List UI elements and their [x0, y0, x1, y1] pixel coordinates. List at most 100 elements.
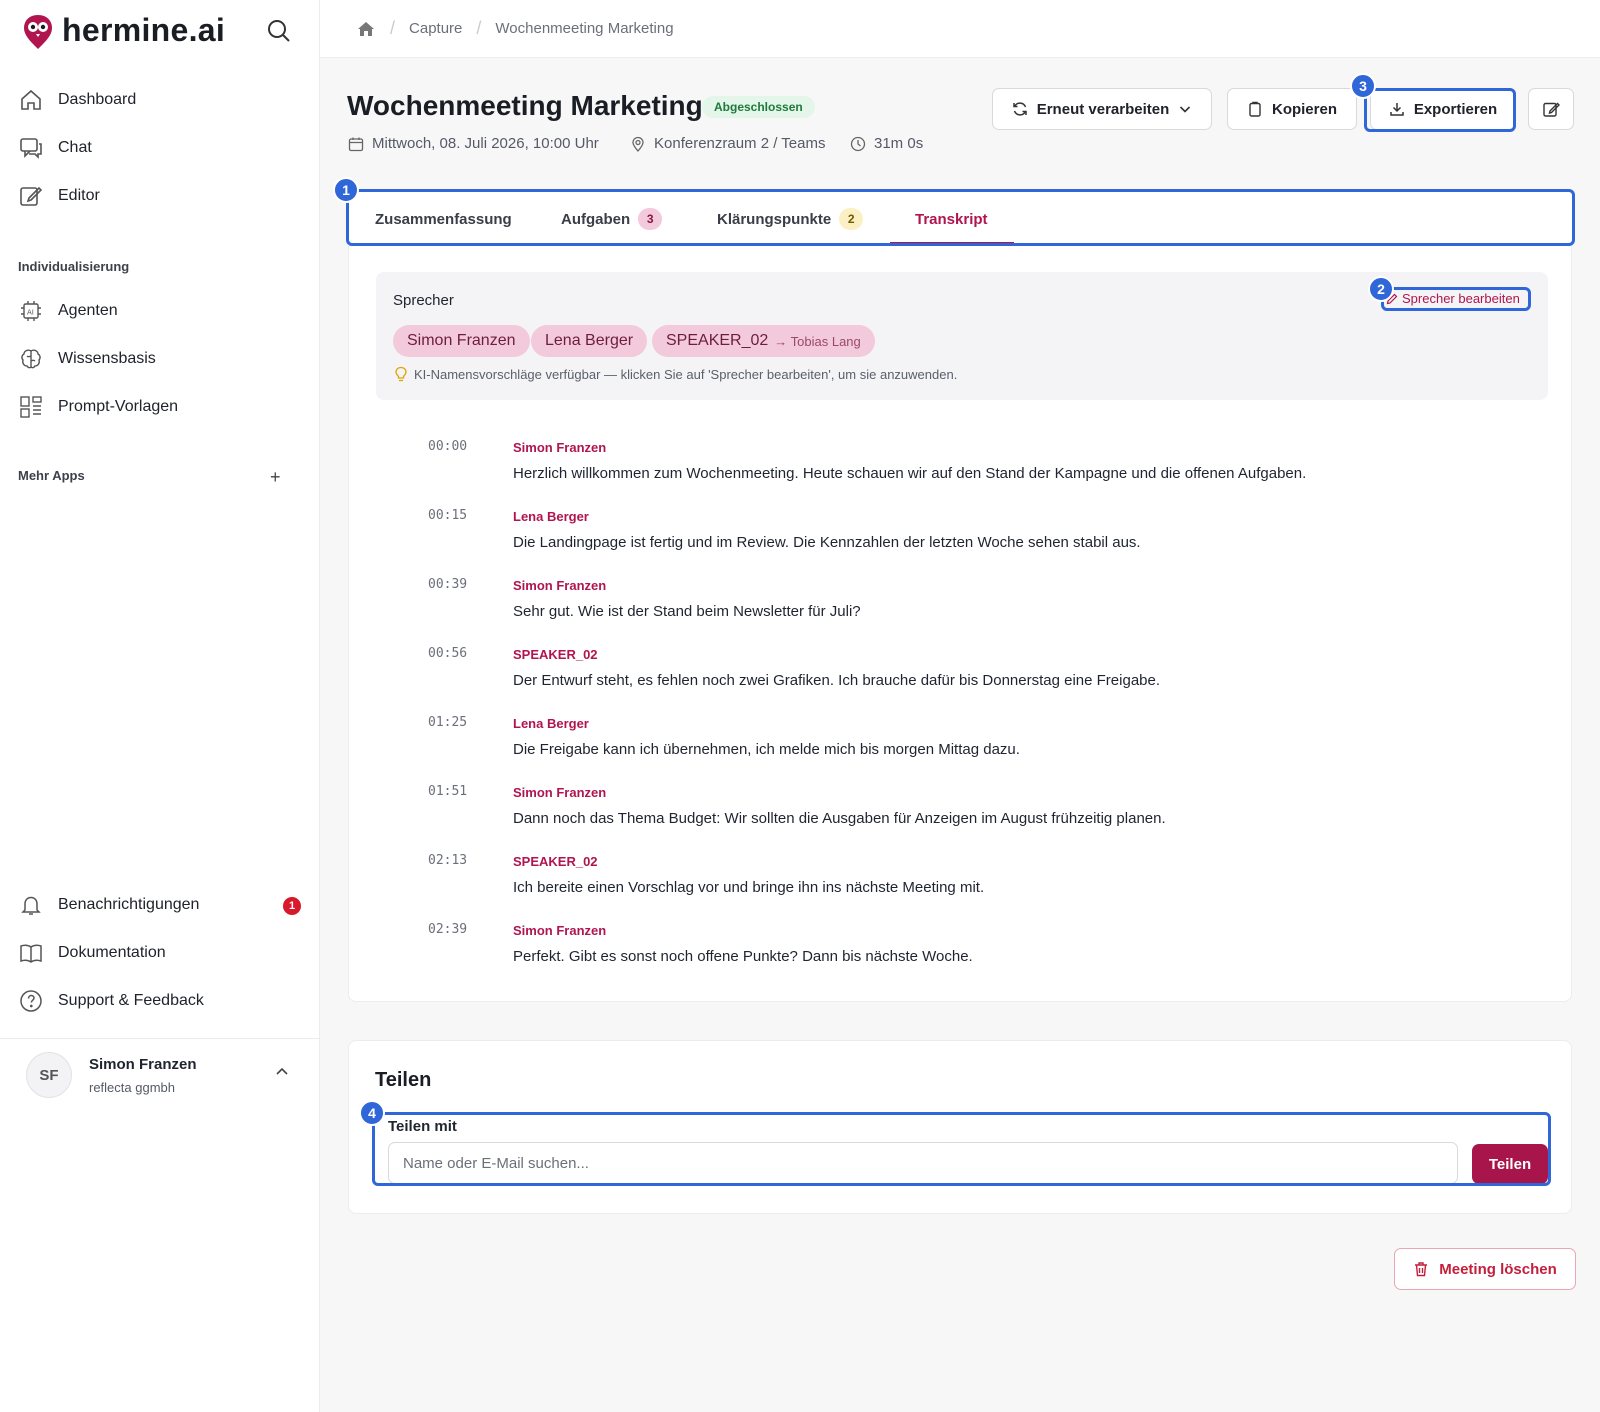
home-icon	[18, 87, 44, 113]
annotation-marker-1: 1	[333, 177, 359, 203]
chat-icon	[18, 135, 44, 161]
ai-name-hint: KI-Namensvorschläge verfügbar — klicken …	[394, 366, 957, 382]
nav-dashboard[interactable]: Dashboard	[18, 84, 136, 116]
tab-aufgaben[interactable]: Aufgaben 3	[561, 192, 663, 246]
tab-zusammenfassung[interactable]: Zusammenfassung	[375, 192, 512, 246]
user-name: Simon Franzen	[89, 1056, 197, 1073]
segment-timestamp[interactable]: 02:39	[428, 922, 467, 937]
share-with-label: Teilen mit	[388, 1118, 457, 1135]
speaker-chip[interactable]: Simon Franzen	[393, 325, 530, 357]
reprocess-label: Erneut verarbeiten	[1036, 100, 1170, 118]
tab-count-badge: 3	[638, 208, 663, 230]
segment-timestamp[interactable]: 00:39	[428, 577, 467, 592]
segment-text: Dann noch das Thema Budget: Wir sollten …	[513, 810, 1166, 827]
annotation-marker-4: 4	[359, 1100, 385, 1126]
nav-support-feedback[interactable]: Support & Feedback	[18, 985, 204, 1017]
clock-icon	[850, 136, 866, 151]
breadcrumb-current: Wochenmeeting Marketing	[495, 20, 674, 37]
section-individualisierung: Individualisierung	[18, 259, 130, 274]
nav-label: Dashboard	[58, 91, 137, 108]
export-button[interactable]: Exportieren	[1370, 88, 1516, 130]
edit-icon	[1543, 102, 1560, 117]
delete-meeting-button[interactable]: Meeting löschen	[1394, 1248, 1576, 1290]
tab-label: Transkript	[915, 210, 988, 228]
topbar: / Capture / Wochenmeeting Marketing	[320, 0, 1600, 58]
ai-name-hint-text: KI-Namensvorschläge verfügbar — klicken …	[414, 366, 958, 382]
download-icon	[1390, 103, 1404, 116]
nav-label: Benachrichtigungen	[58, 896, 200, 913]
brain-icon	[18, 346, 44, 372]
segment-timestamp[interactable]: 02:13	[428, 853, 467, 868]
nav-wissensbasis[interactable]: Wissensbasis	[18, 343, 156, 375]
segment-speaker: Simon Franzen	[513, 785, 607, 800]
nav-benachrichtigungen[interactable]: Benachrichtigungen	[18, 889, 199, 921]
segment-timestamp[interactable]: 00:56	[428, 646, 467, 661]
book-icon	[18, 940, 44, 966]
annotation-marker-3: 3	[1350, 73, 1376, 99]
nav-dokumentation[interactable]: Dokumentation	[18, 937, 166, 969]
edit-meeting-button[interactable]	[1528, 88, 1574, 130]
tab-bar: Zusammenfassung Aufgaben 3 Klärungspunkt…	[348, 192, 1572, 246]
notification-count-badge: 1	[283, 897, 301, 915]
section-mehr-apps: Mehr Apps	[18, 468, 85, 483]
chevron-up-icon	[276, 1067, 288, 1075]
segment-timestamp[interactable]: 00:00	[428, 439, 467, 454]
edit-speakers-label: Sprecher bearbeiten	[1402, 291, 1520, 306]
tab-count-badge: 2	[839, 208, 864, 230]
nav-editor[interactable]: Editor	[18, 180, 100, 212]
meeting-location: Konferenzraum 2 / Teams	[630, 135, 825, 152]
breadcrumb-capture[interactable]: Capture	[409, 20, 462, 37]
segment-text: Ich bereite einen Vorschlag vor und brin…	[513, 879, 985, 896]
meeting-duration: 31m 0s	[850, 135, 923, 152]
bell-icon	[18, 892, 44, 918]
share-card	[348, 1040, 1572, 1214]
tab-transkript[interactable]: Transkript	[915, 192, 988, 246]
reprocess-button[interactable]: Erneut verarbeiten	[992, 88, 1212, 130]
segment-speaker: SPEAKER_02	[513, 647, 598, 662]
active-tab-indicator	[890, 242, 1014, 244]
segment-speaker: Lena Berger	[513, 716, 589, 731]
copy-button[interactable]: Kopieren	[1227, 88, 1357, 130]
chevron-down-icon	[1180, 106, 1191, 113]
delete-meeting-label: Meeting löschen	[1439, 1260, 1557, 1278]
segment-speaker: SPEAKER_02	[513, 854, 598, 869]
nav-label: Chat	[58, 139, 92, 156]
nav-chat[interactable]: Chat	[18, 132, 92, 164]
segment-speaker: Simon Franzen	[513, 923, 607, 938]
nav-agenten[interactable]: AI Agenten	[18, 295, 118, 327]
nav-prompt-vorlagen[interactable]: Prompt-Vorlagen	[18, 391, 178, 423]
home-icon[interactable]	[356, 19, 376, 39]
segment-speaker: Lena Berger	[513, 509, 589, 524]
clipboard-icon	[1249, 101, 1261, 117]
meeting-date: Mittwoch, 08. Juli 2026, 10:00 Uhr	[348, 135, 599, 152]
help-icon	[18, 988, 44, 1014]
search-icon[interactable]	[266, 18, 292, 44]
segment-timestamp[interactable]: 01:51	[428, 784, 467, 799]
segment-speaker: Simon Franzen	[513, 578, 607, 593]
tab-klaerungspunkte[interactable]: Klärungspunkte 2	[717, 192, 864, 246]
segment-timestamp[interactable]: 00:15	[428, 508, 467, 523]
segment-speaker: Simon Franzen	[513, 440, 607, 455]
nav-label: Wissensbasis	[58, 350, 156, 367]
speaker-chip-name: SPEAKER_02	[666, 332, 769, 349]
breadcrumb-separator: /	[390, 18, 396, 38]
sidebar: hermine.ai Dashboard Chat Editor Individ…	[0, 0, 320, 1412]
speaker-chip-alias: → Tobias Lang	[774, 333, 861, 349]
add-app-icon[interactable]: +	[270, 467, 281, 488]
share-button[interactable]: Teilen	[1472, 1144, 1548, 1184]
template-icon	[18, 394, 44, 420]
segment-timestamp[interactable]: 01:25	[428, 715, 467, 730]
refresh-icon	[1012, 102, 1027, 116]
user-menu[interactable]: SF Simon Franzen reflecta ggmbh	[26, 1052, 306, 1102]
export-label: Exportieren	[1413, 100, 1498, 118]
segment-text: Die Landingpage ist fertig und im Review…	[513, 534, 1141, 551]
user-org: reflecta ggmbh	[89, 1080, 175, 1095]
logo[interactable]: hermine.ai	[22, 12, 225, 49]
share-search-input[interactable]	[388, 1142, 1458, 1184]
edit-speakers-link[interactable]: Sprecher bearbeiten	[1386, 291, 1520, 306]
annotation-marker-2: 2	[1368, 276, 1394, 302]
segment-text: Der Entwurf steht, es fehlen noch zwei G…	[513, 672, 1161, 689]
speaker-chip-name: Simon Franzen	[407, 332, 516, 349]
speaker-chip[interactable]: SPEAKER_02 → Tobias Lang	[652, 325, 875, 357]
speaker-chip[interactable]: Lena Berger	[531, 325, 648, 357]
